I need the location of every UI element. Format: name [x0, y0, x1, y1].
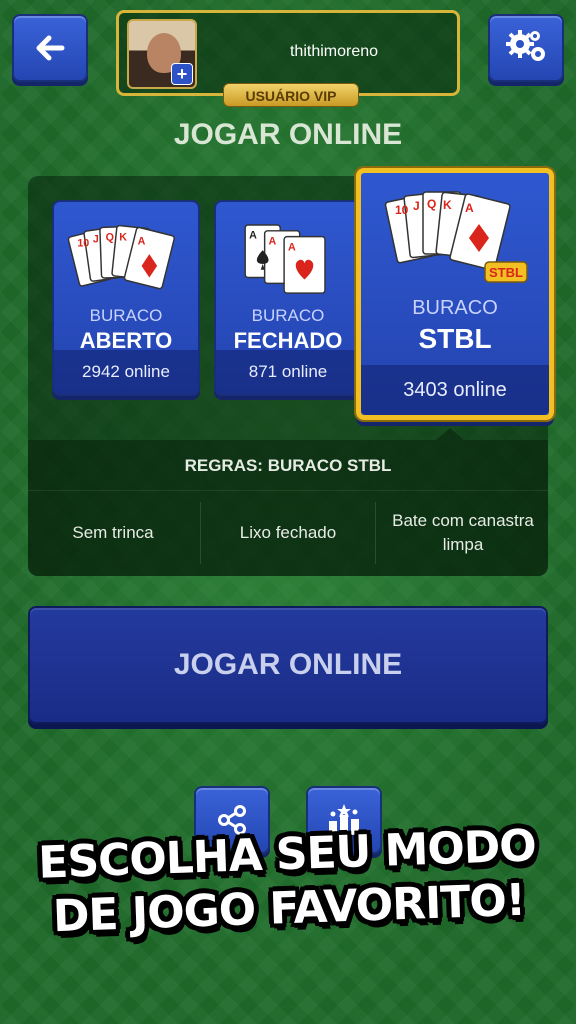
page-title: JOGAR ONLINE — [173, 118, 403, 151]
add-photo-icon[interactable]: + — [171, 63, 193, 85]
svg-text:A: A — [249, 230, 257, 242]
svg-text:A: A — [288, 241, 296, 253]
rules-title: REGRAS: BURACO STBL — [184, 456, 392, 475]
rule-item: Lixo fechado — [239, 523, 337, 542]
mode-card-aberto[interactable]: 10 J Q K A BURACO ABERTO 2942 online — [52, 200, 200, 396]
svg-text:J: J — [413, 199, 420, 213]
svg-text:A: A — [138, 235, 146, 247]
selection-pointer — [436, 428, 464, 440]
svg-text:10: 10 — [395, 203, 409, 217]
avatar[interactable]: + — [127, 19, 197, 89]
back-button[interactable] — [12, 14, 88, 82]
online-count: 2942 online — [54, 350, 198, 394]
playing-cards-icon: 10 J Q K A — [67, 224, 175, 290]
mode-card-stbl[interactable]: 10 J Q K A STBL BURACO STBL 3403 online — [356, 168, 554, 420]
arrow-left-icon — [36, 35, 65, 61]
svg-text:A: A — [269, 235, 277, 247]
mode-label-main: STBL — [418, 323, 492, 354]
rule-item: Bate com canastra limpa — [392, 511, 534, 554]
rule-item: Sem trinca — [72, 523, 154, 542]
profile-panel[interactable]: + thithimoreno USUÁRIO VIP — [116, 10, 460, 107]
mode-label-top: BURACO — [89, 306, 163, 325]
stbl-card-badge: STBL — [489, 265, 523, 280]
vip-badge: USUÁRIO VIP — [223, 83, 359, 107]
settings-button[interactable] — [488, 14, 564, 82]
svg-text:10: 10 — [77, 237, 89, 249]
svg-text:A: A — [465, 201, 474, 215]
rules-panel: REGRAS: BURACO STBL Sem trinca Lixo fech… — [28, 440, 548, 576]
online-count: 3403 online — [361, 365, 549, 415]
gears-icon — [506, 30, 545, 61]
mode-card-fechado[interactable]: AAA BURACO FECHADO 871 online — [214, 200, 362, 396]
play-online-button[interactable]: JOGAR ONLINE — [28, 606, 548, 724]
svg-text:J: J — [93, 233, 99, 245]
mode-label-top: BURACO — [251, 306, 325, 325]
playing-cards-icon: AAA — [244, 224, 326, 294]
svg-text:Q: Q — [106, 232, 114, 244]
svg-text:K: K — [443, 198, 452, 212]
svg-text:Q: Q — [427, 197, 436, 211]
promo-banner: ESCOLHA SEU MODO DE JOGO FAVORITO! — [0, 818, 576, 946]
mode-label-top: BURACO — [412, 297, 498, 319]
online-count: 871 online — [216, 350, 360, 394]
svg-text:K: K — [119, 232, 127, 244]
username: thithimoreno — [289, 43, 379, 60]
playing-cards-icon: 10 J Q K A STBL — [384, 191, 528, 283]
